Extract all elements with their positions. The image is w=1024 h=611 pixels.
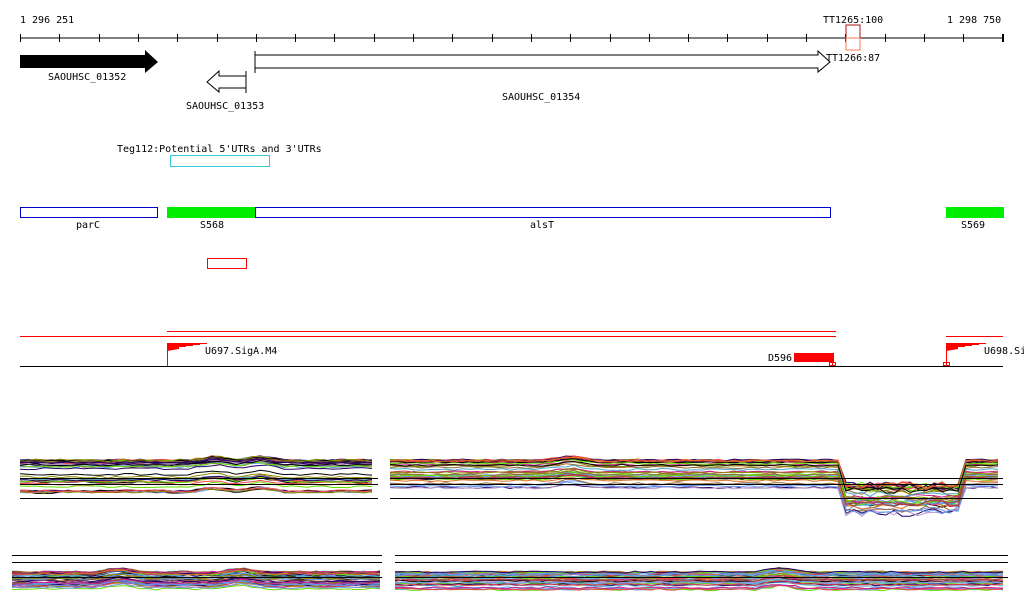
expression-panel[interactable] [11, 567, 381, 591]
expression-tracks [11, 454, 1008, 592]
utr-track-label: Teg112:Potential 5'UTRs and 3'UTRs [117, 144, 322, 155]
downshift-label: D596 [768, 353, 792, 364]
expression-panel[interactable] [19, 454, 373, 494]
downshift-d596[interactable]: D596 [768, 353, 836, 366]
gene-saouhsc-01353[interactable]: SAOUHSC_01353 [186, 69, 264, 112]
gene-label: SAOUHSC_01353 [186, 101, 264, 112]
ruler-end-label: 1 298 750 [947, 15, 1001, 26]
expression-panel[interactable] [394, 566, 1004, 592]
terminator-label[interactable]: TT1266:87 [826, 53, 880, 64]
segment-label: S569 [961, 220, 985, 231]
promoter-u698[interactable]: U698.Si [943, 343, 1024, 366]
segment-parc[interactable]: parC [20, 207, 158, 232]
segment-s569[interactable]: S569 [946, 207, 1004, 231]
utr-feature[interactable] [170, 155, 270, 167]
red-feature-box[interactable] [207, 258, 247, 269]
segment-label: parC [76, 220, 100, 231]
gene-saouhsc-01352[interactable]: SAOUHSC_01352 [20, 50, 158, 83]
genome-browser-canvas[interactable]: 1 296 251 1 298 750 TT1265:100 TT1266:87… [0, 0, 1024, 611]
segment-label: alsT [530, 220, 554, 231]
expression-panel[interactable] [389, 455, 999, 517]
segment-s568[interactable]: S568 [167, 207, 255, 231]
expression-trace [19, 469, 373, 476]
terminator-label: TT1265:100 [823, 15, 883, 26]
promoter-u697[interactable]: U697.SigA.M4 [167, 343, 277, 366]
terminator-tt1265[interactable]: TT1265:100 [823, 15, 883, 51]
ruler-start-label: 1 296 251 [20, 15, 74, 26]
gene-label: SAOUHSC_01352 [48, 72, 126, 83]
segment-alst[interactable]: alsT [255, 207, 831, 232]
promoter-label: U698.Si [984, 346, 1024, 357]
gene-label: SAOUHSC_01354 [502, 92, 580, 103]
segment-label: S568 [200, 220, 224, 231]
promoter-label: U697.SigA.M4 [205, 346, 277, 357]
gene-saouhsc-01354[interactable]: SAOUHSC_01354 [254, 49, 831, 103]
